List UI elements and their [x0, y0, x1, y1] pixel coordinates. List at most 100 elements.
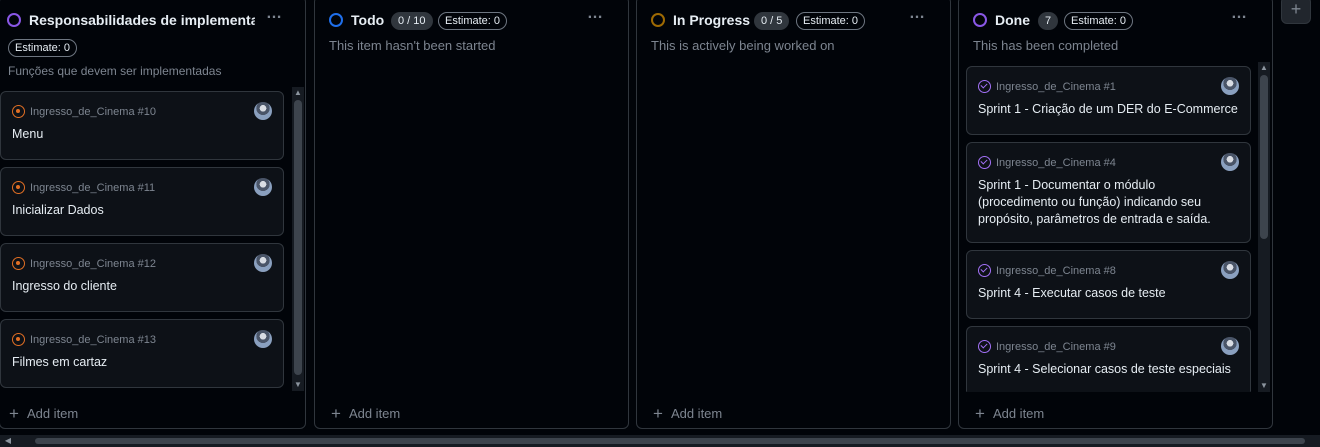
estimate-badge: Estimate: 0 — [796, 12, 866, 30]
vertical-scrollbar[interactable]: ▲ ▼ — [292, 87, 304, 391]
card-meta: Ingresso_de_Cinema #10 — [12, 105, 156, 118]
column-description: This item hasn't been started — [329, 38, 496, 53]
add-column-button[interactable]: + — [1281, 0, 1311, 24]
avatar[interactable] — [254, 178, 272, 196]
open-issue-icon — [12, 257, 25, 270]
card-title[interactable]: Sprint 4 - Selecionar casos de teste esp… — [978, 361, 1238, 378]
avatar[interactable] — [254, 102, 272, 120]
estimate-badge: Estimate: 0 — [8, 39, 78, 57]
issue-ref[interactable]: Ingresso_de_Cinema #10 — [30, 106, 156, 118]
avatar[interactable] — [1221, 153, 1239, 171]
issue-card[interactable]: Ingresso_de_Cinema #11 Inicializar Dados — [0, 167, 284, 236]
avatar[interactable] — [254, 330, 272, 348]
add-item-button[interactable]: + Add item — [653, 404, 723, 423]
issue-ref[interactable]: Ingresso_de_Cinema #1 — [996, 81, 1116, 93]
status-circle-icon — [329, 13, 343, 27]
scroll-down-icon[interactable]: ▼ — [292, 379, 304, 391]
closed-issue-icon — [978, 80, 991, 93]
scroll-up-icon[interactable]: ▲ — [1258, 62, 1270, 74]
more-options-icon[interactable]: … — [1231, 6, 1251, 25]
card-title[interactable]: Sprint 1 - Documentar o módulo (procedim… — [978, 177, 1238, 228]
card-meta: Ingresso_de_Cinema #1 — [978, 80, 1116, 93]
card-title[interactable]: Sprint 4 - Executar casos de teste — [978, 285, 1238, 302]
add-item-label: Add item — [26, 406, 79, 421]
plus-icon: + — [9, 404, 19, 423]
avatar[interactable] — [1221, 337, 1239, 355]
status-circle-icon — [7, 13, 21, 27]
add-item-label: Add item — [348, 406, 401, 421]
open-issue-icon — [12, 181, 25, 194]
column-title: Todo — [351, 12, 385, 28]
add-item-button[interactable]: + Add item — [975, 404, 1045, 423]
issue-card[interactable]: Ingresso_de_Cinema #13 Filmes em cartaz — [0, 319, 284, 388]
add-item-button[interactable]: + Add item — [9, 404, 79, 423]
scroll-thumb[interactable] — [1260, 75, 1268, 239]
card-meta: Ingresso_de_Cinema #11 — [12, 181, 155, 194]
column-title: In Progress — [673, 12, 751, 28]
scroll-down-icon[interactable]: ▼ — [1258, 380, 1270, 392]
card-meta: Ingresso_de_Cinema #9 — [978, 340, 1116, 353]
column-header: Responsabilidades de implementação … Est… — [0, 0, 305, 78]
item-count-badge: 0 / 10 — [391, 12, 433, 30]
card-meta: Ingresso_de_Cinema #4 — [978, 156, 1116, 169]
card-meta: Ingresso_de_Cinema #13 — [12, 333, 156, 346]
column-title: Done — [995, 12, 1030, 28]
more-options-icon[interactable]: … — [587, 6, 607, 25]
issue-card[interactable]: Ingresso_de_Cinema #4 Sprint 1 - Documen… — [966, 142, 1251, 243]
card-title[interactable]: Menu — [12, 126, 271, 143]
issue-card[interactable]: Ingresso_de_Cinema #12 Ingresso do clien… — [0, 243, 284, 312]
scroll-thumb[interactable] — [294, 100, 302, 375]
more-options-icon[interactable]: … — [266, 6, 286, 25]
horizontal-scrollbar[interactable]: ◀ — [0, 435, 1320, 447]
avatar[interactable] — [1221, 261, 1239, 279]
issue-ref[interactable]: Ingresso_de_Cinema #13 — [30, 334, 156, 346]
column-header: Todo 0 / 10 Estimate: 0 … This item hasn… — [315, 0, 628, 57]
issue-ref[interactable]: Ingresso_de_Cinema #4 — [996, 157, 1116, 169]
vertical-scrollbar[interactable]: ▲ ▼ — [1258, 62, 1270, 392]
scroll-up-icon[interactable]: ▲ — [292, 87, 304, 99]
card-title[interactable]: Inicializar Dados — [12, 202, 271, 219]
column-title: Responsabilidades de implementação — [29, 12, 255, 28]
card-title[interactable]: Sprint 1 - Criação de um DER do E-Commer… — [978, 101, 1238, 118]
scroll-left-icon[interactable]: ◀ — [2, 435, 14, 447]
item-count-badge: 7 — [1038, 12, 1059, 30]
estimate-badge: Estimate: 0 — [1064, 12, 1134, 30]
plus-icon: + — [653, 404, 663, 423]
plus-icon: + — [331, 404, 341, 423]
more-options-icon[interactable]: … — [909, 6, 929, 25]
issue-ref[interactable]: Ingresso_de_Cinema #9 — [996, 341, 1116, 353]
status-circle-icon — [973, 13, 987, 27]
avatar[interactable] — [1221, 77, 1239, 95]
issue-card[interactable]: Ingresso_de_Cinema #10 Menu — [0, 91, 284, 160]
issue-card[interactable]: Ingresso_de_Cinema #9 Sprint 4 - Selecio… — [966, 326, 1251, 392]
open-issue-icon — [12, 105, 25, 118]
card-title[interactable]: Ingresso do cliente — [12, 278, 271, 295]
issue-ref[interactable]: Ingresso_de_Cinema #11 — [30, 182, 155, 194]
item-count-badge: 0 / 5 — [754, 12, 790, 30]
closed-issue-icon — [978, 156, 991, 169]
column-description: This is actively being worked on — [651, 38, 835, 53]
column-responsabilidades: Responsabilidades de implementação … Est… — [0, 0, 306, 429]
estimate-badge: Estimate: 0 — [438, 12, 508, 30]
closed-issue-icon — [978, 264, 991, 277]
issue-ref[interactable]: Ingresso_de_Cinema #8 — [996, 265, 1116, 277]
column-todo: Todo 0 / 10 Estimate: 0 … This item hasn… — [314, 0, 629, 429]
column-done: Done 7 Estimate: 0 … This has been compl… — [958, 0, 1273, 429]
issue-card[interactable]: Ingresso_de_Cinema #8 Sprint 4 - Executa… — [966, 250, 1251, 319]
column-header: In Progress 0 / 5 Estimate: 0 … This is … — [637, 0, 950, 57]
plus-icon: + — [975, 404, 985, 423]
avatar[interactable] — [254, 254, 272, 272]
open-issue-icon — [12, 333, 25, 346]
add-item-label: Add item — [992, 406, 1045, 421]
status-circle-icon — [651, 13, 665, 27]
column-description: This has been completed — [973, 38, 1119, 53]
issue-card[interactable]: Ingresso_de_Cinema #1 Sprint 1 - Criação… — [966, 66, 1251, 135]
scroll-thumb[interactable] — [35, 438, 1305, 444]
card-title[interactable]: Filmes em cartaz — [12, 354, 271, 371]
column-in-progress: In Progress 0 / 5 Estimate: 0 … This is … — [636, 0, 951, 429]
card-meta: Ingresso_de_Cinema #12 — [12, 257, 156, 270]
add-item-label: Add item — [670, 406, 723, 421]
issue-ref[interactable]: Ingresso_de_Cinema #12 — [30, 258, 156, 270]
closed-issue-icon — [978, 340, 991, 353]
add-item-button[interactable]: + Add item — [331, 404, 401, 423]
